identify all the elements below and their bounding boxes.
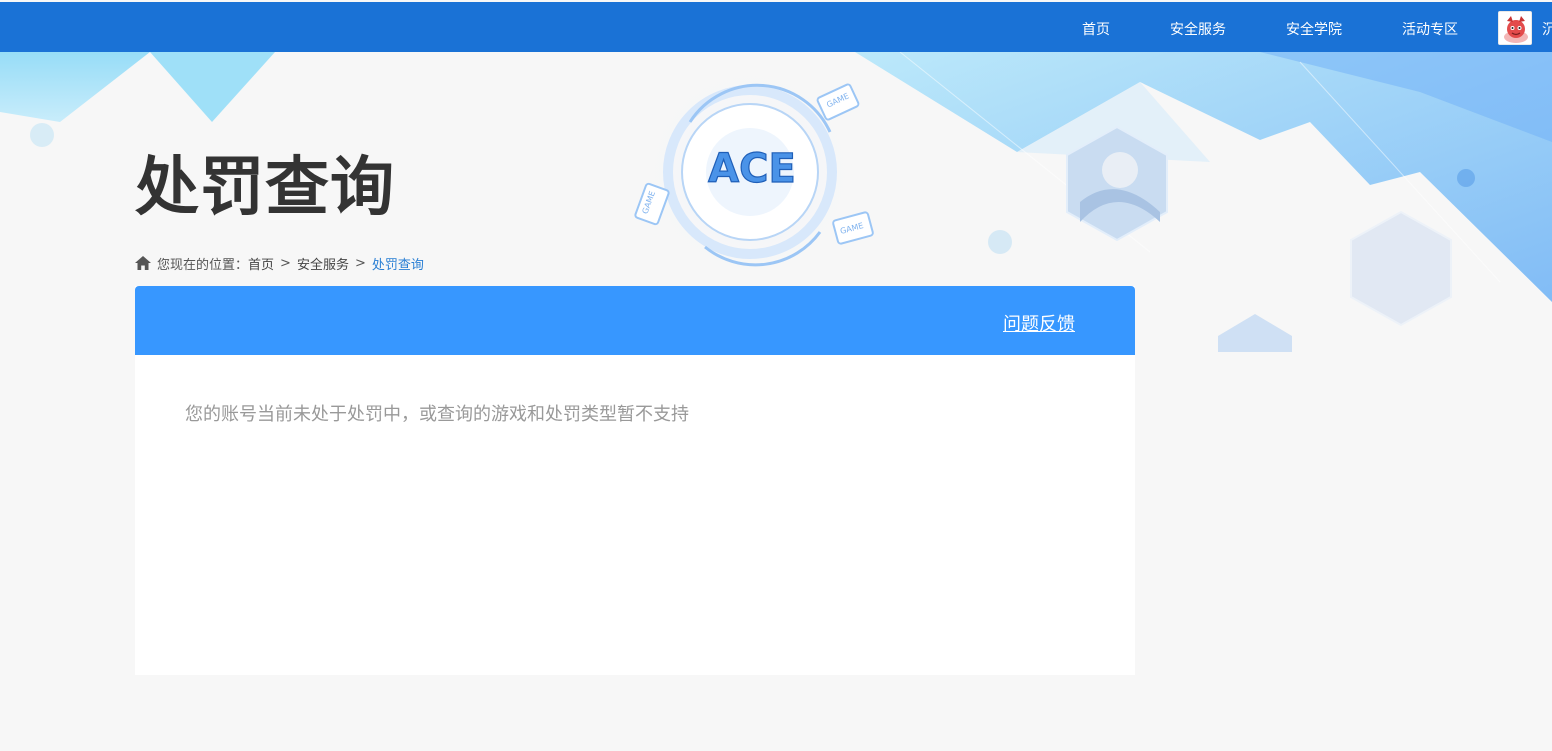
nav-item-events[interactable]: 活动专区 xyxy=(1402,19,1458,39)
nav-item-security-academy[interactable]: 安全学院 xyxy=(1286,19,1342,39)
home-icon xyxy=(135,256,151,270)
nav-item-home[interactable]: 首页 xyxy=(1082,19,1110,39)
breadcrumb-prefix: 您现在的位置： xyxy=(157,257,249,273)
user-name[interactable]: 沉 xyxy=(1542,19,1552,39)
breadcrumb-link-security-service[interactable]: 安全服务 xyxy=(297,254,349,273)
page-title: 处罚查询 xyxy=(135,151,395,225)
nav-item-security-service[interactable]: 安全服务 xyxy=(1170,19,1226,39)
top-nav-bar: 首页 安全服务 安全学院 活动专区 沉 xyxy=(0,2,1552,52)
result-card-header: 问题反馈 xyxy=(135,286,1135,355)
svg-text:ACE: ACE xyxy=(708,146,796,192)
breadcrumb-separator: > xyxy=(354,255,366,271)
page: 首页 安全服务 安全学院 活动专区 沉 ACE GAME GAME GAME 处… xyxy=(0,0,1552,751)
breadcrumb: 您现在的位置： 首页 > 安全服务 > 处罚查询 xyxy=(135,254,424,273)
breadcrumb-current: 处罚查询 xyxy=(371,257,424,273)
user-avatar[interactable] xyxy=(1498,11,1532,45)
feedback-link[interactable]: 问题反馈 xyxy=(1003,310,1075,336)
ace-logo: ACE xyxy=(708,145,797,192)
result-card: 问题反馈 您的账号当前未处于处罚中，或查询的游戏和处罚类型暂不支持 xyxy=(135,286,1135,675)
breadcrumb-link-home[interactable]: 首页 xyxy=(248,254,274,273)
avatar-icon xyxy=(1499,12,1531,44)
breadcrumb-separator: > xyxy=(280,255,291,271)
result-message: 您的账号当前未处于处罚中，或查询的游戏和处罚类型暂不支持 xyxy=(185,404,689,425)
